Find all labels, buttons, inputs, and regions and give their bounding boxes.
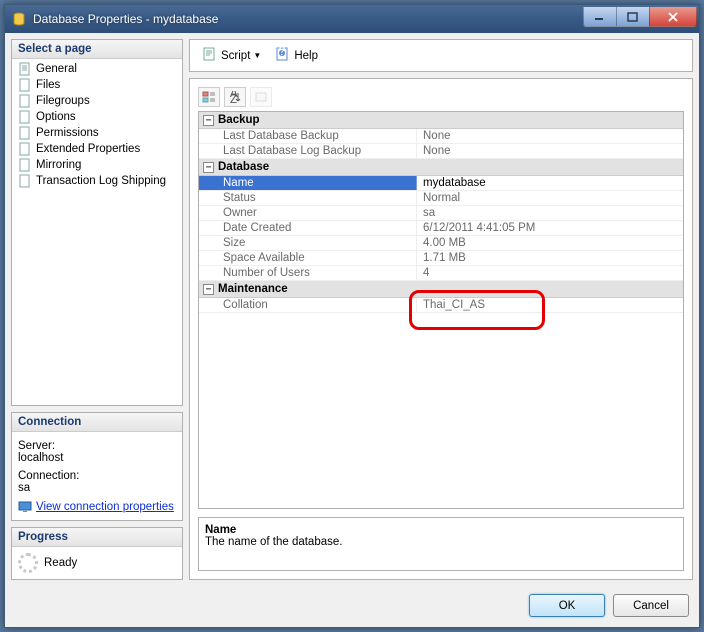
ok-button[interactable]: OK xyxy=(529,594,605,617)
progress-panel: Progress Ready xyxy=(11,527,183,580)
page-options[interactable]: Options xyxy=(12,109,182,125)
page-general[interactable]: General xyxy=(12,61,182,77)
script-label: Script xyxy=(221,50,250,62)
property-pages-button[interactable] xyxy=(250,87,272,107)
page-icon xyxy=(18,174,32,188)
propertygrid-toolbar: AZ xyxy=(198,87,684,107)
row-space-available[interactable]: Space Available1.71 MB xyxy=(199,251,683,266)
collapse-icon[interactable]: − xyxy=(203,284,214,295)
description-name: Name xyxy=(205,524,677,536)
content-toolbar: Script ▼ ? Help xyxy=(189,39,693,72)
page-list: General Files Filegroups Options Permiss… xyxy=(12,59,182,405)
script-icon xyxy=(202,46,218,65)
collapse-icon[interactable]: − xyxy=(203,162,214,173)
help-icon: ? xyxy=(275,46,291,65)
row-last-db-backup[interactable]: Last Database BackupNone xyxy=(199,129,683,144)
row-number-of-users[interactable]: Number of Users4 xyxy=(199,266,683,281)
alphabetical-button[interactable]: AZ xyxy=(224,87,246,107)
link-text: View connection properties xyxy=(36,501,174,513)
nav-label: Transaction Log Shipping xyxy=(36,175,166,187)
help-label: Help xyxy=(294,50,318,62)
row-collation[interactable]: CollationThai_CI_AS xyxy=(199,298,683,313)
nav-label: Options xyxy=(36,111,76,123)
spinner-icon xyxy=(18,553,38,573)
row-size[interactable]: Size4.00 MB xyxy=(199,236,683,251)
connection-header: Connection xyxy=(12,413,182,432)
titlebar[interactable]: Database Properties - mydatabase xyxy=(5,5,699,33)
database-icon xyxy=(11,11,27,27)
view-connection-properties-link[interactable]: View connection properties xyxy=(18,500,176,514)
help-button[interactable]: ? Help xyxy=(271,44,322,67)
nav-label: Mirroring xyxy=(36,159,81,171)
collation-value-highlight: Thai_CI_AS xyxy=(417,298,683,312)
nav-label: General xyxy=(36,63,77,75)
maximize-button[interactable] xyxy=(616,7,650,27)
dialog-footer: OK Cancel xyxy=(5,586,699,627)
row-status[interactable]: StatusNormal xyxy=(199,191,683,206)
page-tlog-shipping[interactable]: Transaction Log Shipping xyxy=(12,173,182,189)
monitor-icon xyxy=(18,500,32,514)
cancel-button[interactable]: Cancel xyxy=(613,594,689,617)
connection-panel: Connection Server: localhost Connection:… xyxy=(11,412,183,521)
page-extended-properties[interactable]: Extended Properties xyxy=(12,141,182,157)
progress-state: Ready xyxy=(44,557,77,569)
page-permissions[interactable]: Permissions xyxy=(12,125,182,141)
page-icon xyxy=(18,126,32,140)
description-pane: Name The name of the database. xyxy=(198,517,684,571)
script-button[interactable]: Script ▼ xyxy=(198,44,265,67)
nav-label: Permissions xyxy=(36,127,99,139)
server-value: localhost xyxy=(18,452,176,464)
page-icon xyxy=(18,94,32,108)
window-buttons xyxy=(584,7,697,27)
property-grid[interactable]: −Backup Last Database BackupNone Last Da… xyxy=(198,111,684,509)
connection-label: Connection: xyxy=(18,470,176,482)
server-label: Server: xyxy=(18,440,176,452)
dialog-window: Database Properties - mydatabase Select … xyxy=(4,4,700,628)
nav-label: Files xyxy=(36,79,60,91)
category-database[interactable]: −Database xyxy=(199,159,683,176)
row-date-created[interactable]: Date Created6/12/2011 4:41:05 PM xyxy=(199,221,683,236)
select-page-header: Select a page xyxy=(12,40,182,59)
description-text: The name of the database. xyxy=(205,536,677,548)
page-files[interactable]: Files xyxy=(12,77,182,93)
chevron-down-icon: ▼ xyxy=(253,51,261,60)
collapse-icon[interactable]: − xyxy=(203,115,214,126)
select-page-panel: Select a page General Files Filegroups O… xyxy=(11,39,183,406)
nav-label: Filegroups xyxy=(36,95,90,107)
close-button[interactable] xyxy=(649,7,697,27)
row-owner[interactable]: Ownersa xyxy=(199,206,683,221)
row-last-log-backup[interactable]: Last Database Log BackupNone xyxy=(199,144,683,159)
row-name[interactable]: Namemydatabase xyxy=(199,176,683,191)
page-icon xyxy=(18,142,32,156)
window-title: Database Properties - mydatabase xyxy=(33,12,584,26)
page-icon xyxy=(18,158,32,172)
category-backup[interactable]: −Backup xyxy=(199,112,683,129)
svg-text:Z: Z xyxy=(230,94,237,103)
page-icon xyxy=(18,110,32,124)
svg-text:?: ? xyxy=(279,46,285,58)
page-icon xyxy=(18,62,32,76)
page-mirroring[interactable]: Mirroring xyxy=(12,157,182,173)
property-box: AZ −Backup Last Database BackupNone Last… xyxy=(189,78,693,580)
minimize-button[interactable] xyxy=(583,7,617,27)
page-filegroups[interactable]: Filegroups xyxy=(12,93,182,109)
nav-label: Extended Properties xyxy=(36,143,140,155)
page-icon xyxy=(18,78,32,92)
connection-value: sa xyxy=(18,482,176,494)
categorized-button[interactable] xyxy=(198,87,220,107)
category-maintenance[interactable]: −Maintenance xyxy=(199,281,683,298)
progress-header: Progress xyxy=(12,528,182,547)
